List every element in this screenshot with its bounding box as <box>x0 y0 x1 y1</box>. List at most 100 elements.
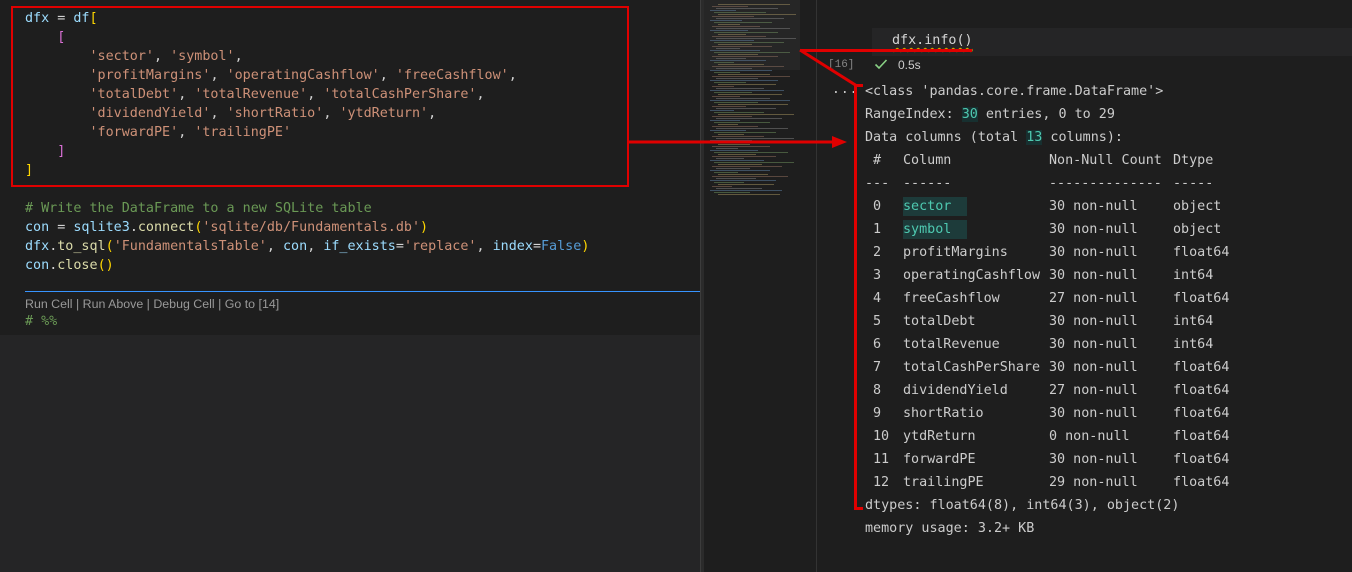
minimap-line <box>718 174 768 175</box>
row-non-null: 29 non-null <box>1049 475 1138 490</box>
code-token: con <box>25 220 50 235</box>
code-token: con <box>25 258 50 273</box>
row-non-null: 30 non-null <box>1049 337 1138 352</box>
header-column: Column <box>903 153 952 168</box>
row-index: 12 <box>873 475 890 490</box>
row-dtype: float64 <box>1173 383 1230 398</box>
code-token: 'replace' <box>403 239 477 254</box>
minimap-line <box>714 72 740 73</box>
minimap-line <box>710 70 772 71</box>
code-token: . <box>129 220 138 235</box>
minimap-line <box>712 186 732 187</box>
code-token: con <box>283 239 308 254</box>
row-column: totalCashPerShare <box>903 360 1041 375</box>
code-token: index <box>492 239 533 254</box>
row-non-null: 30 non-null <box>1049 245 1138 260</box>
minimap-line <box>712 116 752 117</box>
code-token: = <box>532 239 541 254</box>
row-dtype: float64 <box>1173 452 1230 467</box>
minimap-line <box>716 148 738 149</box>
code-token: False <box>541 239 582 254</box>
code-line[interactable]: # Write the DataFrame to a new SQLite ta… <box>25 199 372 218</box>
minimap-line <box>710 120 740 121</box>
row-dtype: int64 <box>1173 268 1214 283</box>
minimap-line <box>716 188 762 189</box>
minimap-line <box>714 102 758 103</box>
minimap-line <box>714 192 750 193</box>
minimap-line <box>712 86 734 87</box>
row-column: operatingCashflow <box>903 268 1041 283</box>
row-non-null: 30 non-null <box>1049 199 1138 214</box>
range-count: 30 <box>961 107 978 122</box>
row-index: 1 <box>873 222 882 237</box>
code-token: 'sqlite/db/Fundamentals.db' <box>202 220 421 235</box>
execution-duration: 0.5s <box>898 58 921 72</box>
execution-count: [16] <box>828 59 855 71</box>
code-token: close <box>57 258 98 273</box>
row-dtype: float64 <box>1173 406 1230 421</box>
code-token: dfx <box>25 239 50 254</box>
cell-marker: # %% <box>25 314 58 329</box>
minimap-line <box>714 142 782 143</box>
code-token: # Write the DataFrame to a new SQLite ta… <box>25 201 372 216</box>
minimap-line <box>716 168 750 169</box>
minimap-line <box>710 140 752 141</box>
minimap-line <box>716 138 794 139</box>
minimap-line <box>718 94 782 95</box>
minimap-line <box>716 128 788 129</box>
code-token: 'FundamentalsTable' <box>113 239 267 254</box>
row-column: ytdReturn <box>903 429 976 444</box>
row-dtype: float64 <box>1173 360 1230 375</box>
code-token: ) <box>420 220 429 235</box>
code-token: ) <box>581 239 590 254</box>
check-icon <box>874 59 888 70</box>
code-line[interactable]: con.close() <box>25 256 114 275</box>
code-line[interactable]: con = sqlite3.connect('sqlite/db/Fundame… <box>25 218 428 237</box>
row-dtype: object <box>1173 199 1222 214</box>
row-column: trailingPE <box>903 475 984 490</box>
code-line[interactable]: dfx.to_sql('FundamentalsTable', con, if_… <box>25 237 589 256</box>
minimap-line <box>710 90 784 91</box>
minimap-line <box>716 118 782 119</box>
minimap-line <box>718 154 756 155</box>
row-dtype: float64 <box>1173 291 1230 306</box>
minimap-slider[interactable] <box>704 0 800 70</box>
cols-count: 13 <box>1026 130 1043 145</box>
annotation-bracket <box>854 84 857 510</box>
row-column: shortRatio <box>903 406 984 421</box>
row-dtype: float64 <box>1173 245 1230 260</box>
minimap-line <box>714 82 746 83</box>
code-editor[interactable]: dfx = df[ [ 'sector', 'symbol', 'profitM… <box>0 0 700 572</box>
interactive-gutter <box>800 0 817 572</box>
row-non-null: 30 non-null <box>1049 360 1138 375</box>
row-column: dividendYield <box>903 383 1008 398</box>
output-memory-line: memory usage: 3.2+ KB <box>865 521 1035 536</box>
minimap-line <box>718 164 762 165</box>
minimap-line <box>712 126 758 127</box>
code-token: to_sql <box>57 239 106 254</box>
minimap-line <box>710 100 790 101</box>
minimap-line <box>716 178 756 179</box>
minimap-line <box>710 170 770 171</box>
input-cell-code[interactable]: dfx.info() <box>892 31 973 50</box>
codelens-actions[interactable]: Run Cell | Run Above | Debug Cell | Go t… <box>25 295 279 313</box>
cell-footer: Run Cell | Run Above | Debug Cell | Go t… <box>0 292 700 335</box>
minimap-line <box>712 176 788 177</box>
minimap-line <box>718 104 788 105</box>
code-token: () <box>97 258 114 273</box>
range-prefix: RangeIndex: <box>865 107 962 122</box>
row-column: profitMargins <box>903 245 1008 260</box>
minimap-line <box>712 136 764 137</box>
minimap[interactable] <box>704 0 800 572</box>
minimap-line <box>710 190 782 191</box>
minimap-line <box>710 180 776 181</box>
minimap-line <box>716 88 764 89</box>
row-index: 9 <box>873 406 882 421</box>
minimap-line <box>716 78 758 79</box>
row-index: 2 <box>873 245 882 260</box>
code-token: , <box>307 239 324 254</box>
row-non-null: 27 non-null <box>1049 383 1138 398</box>
row-index: 10 <box>873 429 890 444</box>
minimap-line <box>716 108 776 109</box>
code-token: = <box>395 239 404 254</box>
